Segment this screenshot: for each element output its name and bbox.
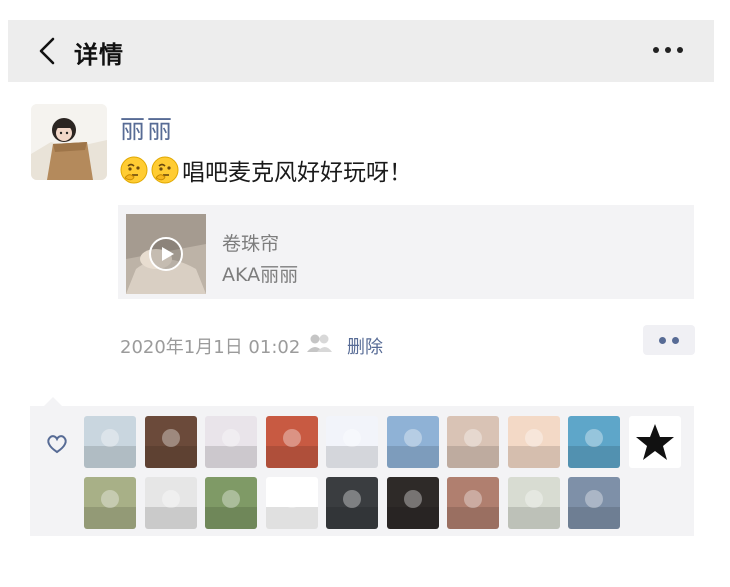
liker-avatar[interactable] [84,416,136,468]
liker-avatar-image [205,429,257,468]
liker-avatar[interactable] [144,477,197,529]
page-title: 详情 [74,41,124,69]
liker-avatar-image [507,490,560,529]
liker-avatar-image [205,490,257,529]
heart-icon [47,435,67,454]
liker-avatar[interactable] [265,477,318,529]
friends-visibility-icon[interactable] [305,333,333,353]
thinking-emoji-icon [120,156,148,184]
liker-avatar-image [326,490,378,529]
liker-avatar[interactable] [447,416,499,468]
liker-avatar-image [265,429,318,468]
liker-avatar[interactable] [568,477,620,529]
liker-avatar-image [568,490,620,529]
liker-avatar[interactable] [447,477,499,529]
liker-avatar-image [144,490,197,529]
author-avatar[interactable] [31,104,107,180]
thinking-emoji-icon [151,156,179,184]
liker-avatar[interactable] [507,477,560,529]
delete-button[interactable]: 删除 [347,333,383,359]
post-text-content: 唱吧麦克风好好玩呀！ [182,160,412,186]
liker-avatar-image [507,429,560,468]
liker-avatar[interactable] [326,477,378,529]
music-artist: AKA丽丽 [222,264,299,286]
liker-avatar[interactable] [507,416,560,468]
liker-avatar-image [447,429,499,468]
author-name[interactable]: 丽丽 [120,110,174,146]
liker-avatar-image [386,429,439,468]
comment-like-action-button[interactable] [643,325,695,355]
chevron-left-icon[interactable] [36,36,60,66]
post-timestamp: 2020年1月1日 01:02 [120,337,301,358]
likes-panel-arrow [44,397,62,406]
liker-avatar-image [265,490,318,529]
liker-avatar-image [84,490,136,529]
liker-avatar[interactable] [386,477,439,529]
liker-avatar-image [144,429,197,468]
liker-avatar-image [84,429,136,468]
liker-avatar-image [568,429,620,468]
liker-avatar[interactable] [205,416,257,468]
liker-avatar-image [447,490,499,529]
liker-avatar[interactable] [628,416,681,468]
likes-panel [30,406,694,536]
music-share-card[interactable]: 卷珠帘 AKA丽丽 [118,205,694,299]
liker-avatar[interactable] [205,477,257,529]
dot-icon [659,337,666,344]
more-horizontal-icon[interactable] [652,42,684,58]
music-title: 卷珠帘 [222,233,280,255]
dot-icon [672,337,679,344]
liker-avatar[interactable] [84,477,136,529]
post-text: 唱吧麦克风好好玩呀！ [120,153,412,187]
avatar-image [31,104,107,180]
play-icon[interactable] [148,236,184,272]
liker-avatar[interactable] [568,416,620,468]
liker-avatar-image [635,424,674,460]
liker-avatar[interactable] [326,416,378,468]
liker-avatar-image [386,490,439,529]
liker-avatar[interactable] [386,416,439,468]
music-thumbnail [126,214,206,294]
liker-avatar-image [326,429,378,468]
top-nav-bar: 详情 [8,20,714,82]
liker-avatar[interactable] [144,416,197,468]
liker-avatar[interactable] [265,416,318,468]
